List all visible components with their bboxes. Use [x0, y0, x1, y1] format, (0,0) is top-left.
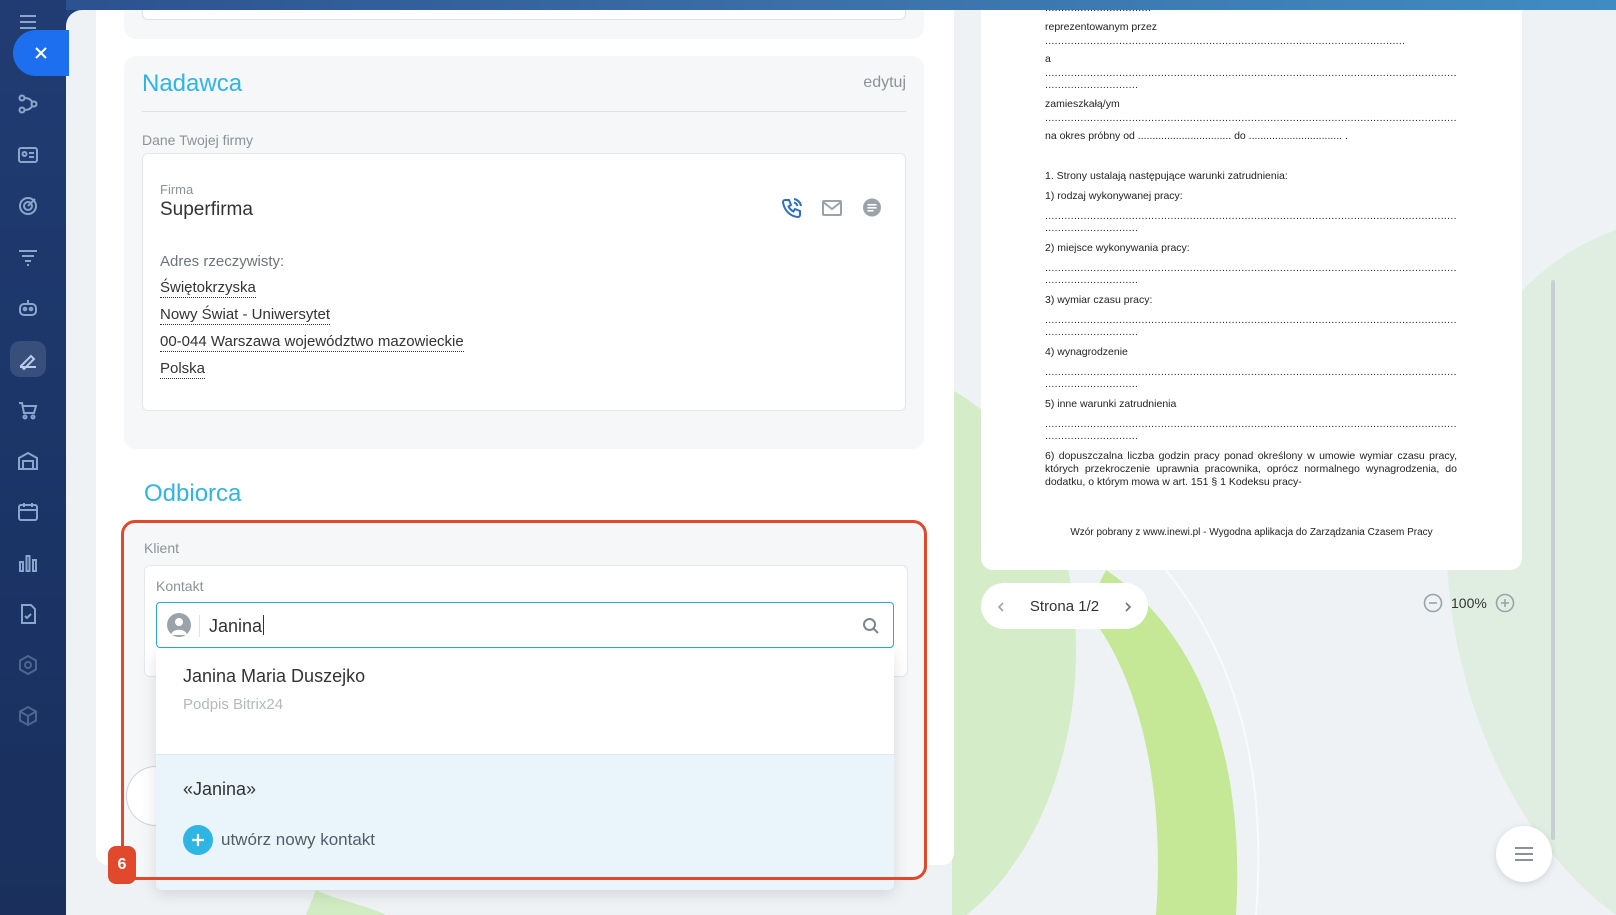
- contact-search-dropdown: Janina Maria Duszejko Podpis Bitrix24 «J…: [156, 650, 894, 890]
- firm-label: Firma: [160, 182, 194, 197]
- list-icon: [1515, 847, 1533, 861]
- contact-card-icon[interactable]: [10, 137, 46, 173]
- next-page-icon[interactable]: [1122, 600, 1134, 612]
- calendar-icon[interactable]: [10, 494, 46, 530]
- document-preview: ................................. reprez…: [981, 10, 1522, 570]
- step-badge: 6: [108, 846, 136, 884]
- cart-icon[interactable]: [10, 392, 46, 428]
- firm-name: Superfirma: [160, 199, 253, 220]
- robot-icon[interactable]: [10, 290, 46, 326]
- fill-dots: .................................: [1045, 222, 1137, 234]
- document-check-icon[interactable]: [10, 596, 46, 632]
- sender-divider: [142, 111, 906, 112]
- phone-icon[interactable]: [780, 196, 804, 220]
- create-contact-label[interactable]: utwórz nowy kontakt: [221, 830, 375, 850]
- contact-label: Kontakt: [156, 578, 204, 594]
- flow-icon[interactable]: [10, 86, 46, 122]
- result-source: Podpis Bitrix24: [183, 696, 284, 713]
- fill-dots: .................................: [1045, 326, 1137, 338]
- app-sidebar: [0, 0, 66, 915]
- sender-card: Nadawca edytuj Dane Twojej firmy Firma S…: [124, 56, 924, 449]
- doc-line: na okres próbny od .....................…: [1045, 130, 1348, 142]
- page-navigator: Strona 1/2: [981, 583, 1148, 629]
- address-line[interactable]: Nowy Świat - Uniwersytet: [160, 306, 331, 325]
- scrollbar[interactable]: [1551, 280, 1555, 840]
- doc-line: zamieszkałą/ym: [1045, 98, 1120, 110]
- create-contact-button[interactable]: utwórz nowy kontakt: [183, 825, 375, 855]
- input-separator: [199, 615, 200, 637]
- dropdown-footer: «Janina» utwórz nowy kontakt: [156, 754, 894, 890]
- plus-icon[interactable]: [183, 825, 213, 855]
- prev-page-icon[interactable]: [995, 600, 1007, 612]
- doc-line: 2) miejsce wykonywania pracy:: [1045, 242, 1190, 254]
- doc-line: 4) wynagrodzenie: [1045, 346, 1128, 358]
- fill-dots: .................................: [1045, 430, 1137, 442]
- address-line[interactable]: Polska: [160, 360, 206, 379]
- doc-line: reprezentowanym przez: [1045, 21, 1158, 33]
- zoom-in-icon[interactable]: [1495, 593, 1515, 613]
- doc-footer: Wzór pobrany z www.inewi.pl - Wygodna ap…: [1070, 527, 1433, 538]
- text-caret: [263, 615, 265, 635]
- previous-section-card: [124, 10, 924, 39]
- chat-icon[interactable]: [860, 196, 884, 220]
- recipient-title: Odbiorca: [144, 480, 242, 507]
- address-label: Adres rzeczywisty:: [160, 253, 285, 270]
- doc-line: 1) rodzaj wykonywanej pracy:: [1045, 190, 1183, 202]
- target-icon[interactable]: [10, 188, 46, 224]
- zoom-level: 100%: [1451, 595, 1487, 611]
- zoom-out-icon[interactable]: [1423, 593, 1443, 613]
- search-value: Janina: [209, 615, 265, 637]
- fill-dots: .................................: [1045, 378, 1137, 390]
- doc-line: 3) wymiar czasu pracy:: [1045, 294, 1153, 306]
- contact-search-input[interactable]: Janina: [156, 602, 894, 648]
- fill-dots: ........................................…: [1045, 112, 1457, 124]
- sign-icon[interactable]: [10, 341, 46, 377]
- fill-dots: .................................: [1045, 10, 1457, 15]
- sign-document-slider: Nadawca edytuj Dane Twojej firmy Firma S…: [66, 10, 1616, 915]
- cube-icon[interactable]: [10, 698, 46, 734]
- window-top-strip: [0, 0, 1616, 10]
- page-label: Strona 1/2: [1029, 597, 1100, 615]
- funnel-icon[interactable]: [10, 239, 46, 275]
- doc-line: a: [1045, 53, 1051, 65]
- search-query-label: «Janina»: [183, 779, 257, 799]
- close-slider-button[interactable]: [13, 30, 69, 76]
- mail-icon[interactable]: [820, 196, 844, 220]
- fill-dots: .................................: [1045, 79, 1137, 91]
- client-label: Klient: [144, 540, 180, 556]
- fill-dots: .................................: [1045, 274, 1137, 286]
- menu-button[interactable]: [1496, 826, 1552, 882]
- result-name[interactable]: Janina Maria Duszejko: [183, 666, 365, 687]
- sender-edit-link[interactable]: edytuj: [863, 74, 906, 92]
- doc-paragraph: 6) dopuszczalna liczba godzin pracy pona…: [1045, 450, 1457, 488]
- chart-icon[interactable]: [10, 545, 46, 581]
- doc-line: 5) inne warunki zatrudnienia: [1045, 398, 1177, 410]
- sender-title: Nadawca: [142, 70, 243, 97]
- search-text: Janina: [209, 616, 263, 636]
- zoom-control: 100%: [1423, 593, 1515, 613]
- form-column: Nadawca edytuj Dane Twojej firmy Firma S…: [96, 10, 954, 890]
- address-line[interactable]: 00-044 Warszawa województwo mazowieckie: [160, 333, 464, 352]
- hexagon-icon[interactable]: [10, 647, 46, 683]
- address-line[interactable]: Świętokrzyska: [160, 279, 256, 298]
- warehouse-icon[interactable]: [10, 443, 46, 479]
- company-box: Firma Superfirma Adres rzeczywisty: Świę…: [142, 153, 906, 411]
- search-icon[interactable]: [861, 616, 881, 636]
- avatar-icon: [167, 613, 191, 637]
- previous-input-edge: [142, 10, 906, 20]
- company-section-label: Dane Twojej firmy: [142, 132, 254, 148]
- fill-dots: ........................................…: [1045, 35, 1405, 47]
- doc-line: 1. Strony ustalają następujące warunki z…: [1045, 170, 1288, 182]
